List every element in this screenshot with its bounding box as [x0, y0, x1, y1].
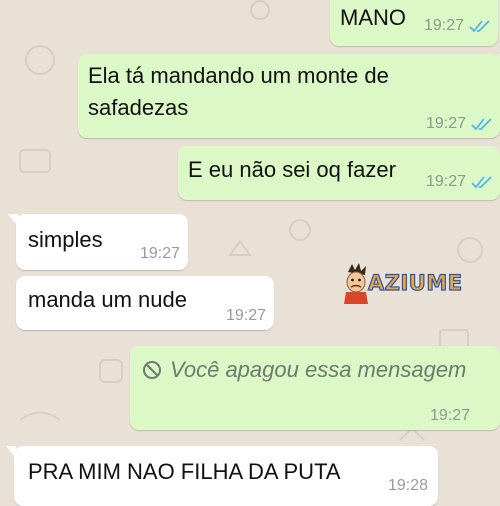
message-text-line: safadezas	[88, 95, 189, 120]
message-meta: 19:27	[426, 108, 494, 140]
message-text: E eu não sei oq fazer	[188, 157, 396, 182]
message-time: 19:27	[429, 407, 470, 424]
message-incoming[interactable]: simples 19:27	[8, 214, 188, 270]
message-meta: 19:27	[424, 10, 492, 42]
deleted-message-label: Você apagou essa mensagem	[170, 357, 467, 382]
ban-icon	[143, 361, 161, 379]
deleted-message-text: Você apagou essa mensagem	[142, 354, 466, 386]
bubble-tail	[6, 446, 16, 458]
message-outgoing-deleted[interactable]: Você apagou essa mensagem 19:27	[130, 346, 500, 430]
message-text: PRA MIM NAO FILHA DA PUTA	[28, 459, 341, 484]
bubble-tail	[8, 214, 18, 226]
message-incoming[interactable]: manda um nude 19:27	[16, 276, 274, 330]
message-text: manda um nude	[28, 287, 187, 312]
double-check-icon	[469, 20, 490, 33]
message-time: 19:28	[387, 477, 428, 494]
message-time: 19:27	[139, 245, 180, 262]
message-time: 19:27	[425, 115, 466, 132]
message-text: MANO	[340, 5, 406, 30]
message-outgoing[interactable]: E eu não sei oq fazer 19:27	[178, 146, 500, 200]
aziume-watermark: AZIUME	[340, 262, 463, 304]
message-text: simples	[28, 227, 103, 252]
double-check-icon	[471, 176, 492, 189]
message-time: 19:27	[225, 307, 266, 324]
message-meta: 19:27	[426, 166, 494, 198]
message-outgoing[interactable]: MANO 19:27	[330, 0, 498, 46]
message-incoming[interactable]: PRA MIM NAO FILHA DA PUTA 19:28	[6, 446, 438, 506]
double-check-icon	[471, 118, 492, 131]
watermark-text: AZIUME	[367, 270, 463, 295]
message-outgoing[interactable]: Ela tá mandando um monte de safadezas 19…	[78, 54, 500, 138]
message-time: 19:27	[423, 17, 464, 34]
message-time: 19:27	[425, 173, 466, 190]
message-text-line: Ela tá mandando um monte de	[88, 63, 389, 88]
